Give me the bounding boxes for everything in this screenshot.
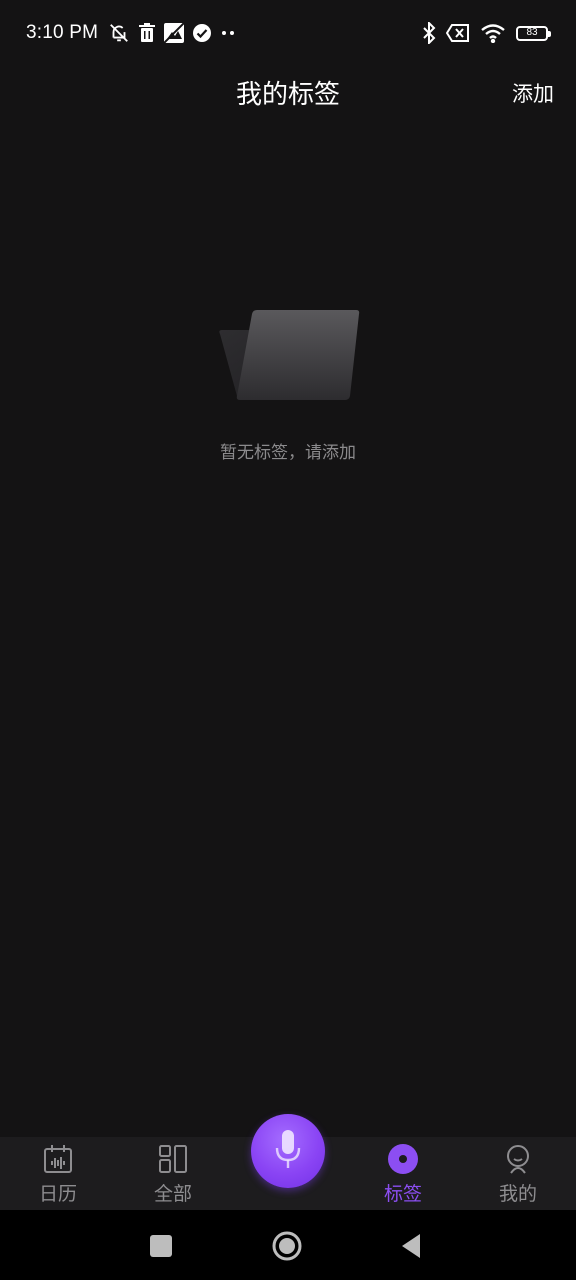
bell-off-icon — [110, 24, 129, 42]
notification-icons — [108, 22, 236, 44]
tab-all[interactable]: 全部 — [133, 1137, 213, 1210]
tag-dot-icon — [388, 1144, 418, 1174]
add-button[interactable]: 添加 — [512, 78, 554, 108]
status-bar-left: 3:10 PM — [26, 22, 236, 44]
battery-indicator: 83 — [516, 25, 551, 41]
tab-tags[interactable]: 标签 — [363, 1137, 443, 1210]
no-sim-icon — [446, 24, 469, 42]
profile-icon — [507, 1145, 529, 1174]
tab-mine-label: 我的 — [498, 1183, 537, 1205]
folder-icon — [219, 310, 360, 400]
status-bar-right: 83 — [422, 22, 551, 44]
battery-level: 83 — [526, 27, 538, 38]
tab-mine[interactable]: 我的 — [478, 1137, 558, 1210]
image-icon — [164, 23, 185, 43]
tab-calendar[interactable]: 日历 — [18, 1137, 98, 1210]
tab-tags-label: 标签 — [383, 1183, 422, 1205]
check-circle-icon — [193, 24, 212, 42]
page-title: 我的标签 — [235, 80, 340, 110]
back-icon[interactable] — [396, 1230, 428, 1262]
microphone-icon — [275, 1130, 301, 1168]
status-time: 3:10 PM — [26, 22, 99, 43]
wifi-icon — [481, 24, 505, 43]
tab-all-label: 全部 — [153, 1183, 192, 1205]
header: 我的标签 添加 — [0, 70, 576, 114]
status-bar: 3:10 PM 83 — [0, 0, 576, 70]
empty-message: 暂无标签，请添加 — [220, 443, 356, 463]
recent-apps-icon[interactable] — [145, 1230, 177, 1262]
record-voice-button[interactable] — [251, 1114, 325, 1188]
trash-icon — [139, 23, 156, 42]
more-dots-icon — [222, 31, 235, 35]
home-icon[interactable] — [271, 1230, 303, 1262]
bluetooth-icon — [423, 22, 436, 44]
grid-icon — [159, 1145, 187, 1173]
tab-calendar-label: 日历 — [38, 1183, 77, 1205]
system-nav-bar — [0, 1210, 576, 1280]
calendar-icon — [44, 1145, 72, 1173]
